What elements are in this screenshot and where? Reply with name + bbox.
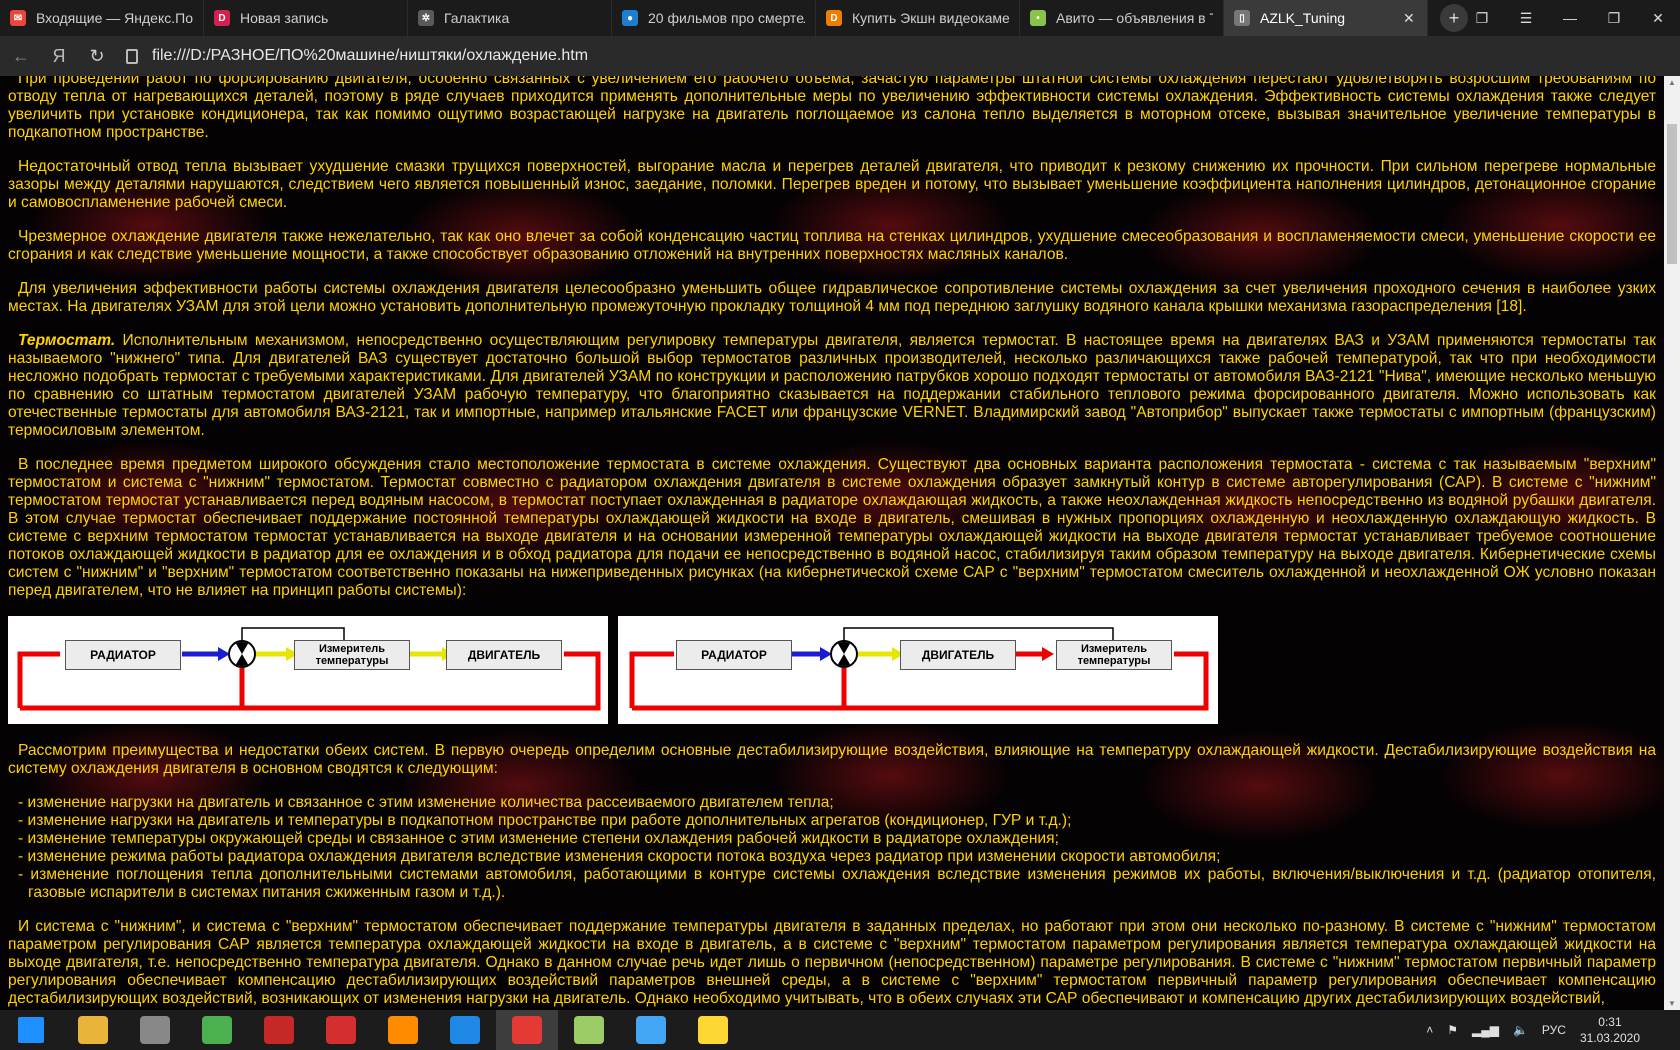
tab-7[interactable]: ▯ AZLK_Tuning ✕ (1224, 0, 1428, 36)
galaxy-icon: ✲ (418, 10, 434, 26)
paragraph-2: Недостаточный отвод тепла вызывает ухудш… (8, 158, 1656, 211)
file-explorer-icon (78, 1016, 108, 1044)
temp-meter-box: Измеритель температуры (294, 640, 410, 670)
wizard-app-icon (574, 1016, 604, 1044)
page-content: При проведении работ по форсированию дви… (0, 76, 1664, 1010)
tab-title: Купить Экшн видеокамер (852, 10, 1009, 26)
camera-app[interactable] (124, 1010, 186, 1050)
url-text: file:///D:/РАЗНОЕ/ПО%20машине/ништяки/ох… (152, 47, 589, 64)
engine-box: ДВИГАТЕЛЬ (900, 640, 1016, 670)
acrobat-app[interactable] (310, 1010, 372, 1050)
clock-time: 0:31 (1598, 1015, 1622, 1029)
minimize-button[interactable]: — (1548, 0, 1592, 36)
paragraph-8: И система с "нижним", и система с "верхн… (8, 918, 1656, 1007)
tab-title: AZLK_Tuning (1260, 10, 1346, 26)
tab-1[interactable]: ✉ Входящие — Яндекс.Поч (0, 0, 204, 36)
camera-app-icon (140, 1016, 170, 1044)
media-player[interactable] (620, 1010, 682, 1050)
start-button[interactable] (0, 1010, 62, 1050)
paragraph-7: Рассмотрим преимущества и недостатки обе… (8, 742, 1656, 777)
paragraph-1: При проведении работ по форсированию дви… (8, 76, 1656, 141)
flag-icon[interactable]: ⚑ (1447, 1023, 1458, 1037)
page-icon (126, 48, 138, 64)
close-window-button[interactable]: ✕ (1636, 0, 1680, 36)
radiator-box: РАДИАТОР (676, 640, 792, 670)
tray-chevron-icon[interactable]: ˄ (1426, 1023, 1433, 1037)
radiator-box: РАДИАТОР (65, 640, 181, 670)
mixer-icon (830, 640, 858, 668)
address-bar: ← Я ↻ file:///D:/РАЗНОЕ/ПО%20машине/ништ… (0, 36, 1680, 102)
url-field[interactable]: file:///D:/РАЗНОЕ/ПО%20машине/ништяки/ох… (126, 47, 588, 65)
file-explorer[interactable] (62, 1010, 124, 1050)
temp-meter-box: Измеритель температуры (1056, 640, 1172, 670)
list-item: - изменение температуры окружающей среды… (18, 830, 1059, 847)
browser-globe[interactable] (434, 1010, 496, 1050)
avito-icon: • (1030, 10, 1046, 26)
reload-button[interactable]: ↻ (80, 39, 114, 73)
clock-date: 31.03.2020 (1579, 1031, 1640, 1045)
scroll-down-icon[interactable]: ▼ (1668, 999, 1676, 1008)
tab-title: Галактика (444, 10, 510, 26)
language-indicator[interactable]: РУС (1542, 1023, 1566, 1037)
restore-button[interactable]: ❐ (1592, 0, 1636, 36)
tab-2[interactable]: D Новая запись (204, 0, 408, 36)
pdf-reader-icon (264, 1016, 294, 1044)
vertical-scrollbar[interactable]: ▲ ▼ (1664, 76, 1680, 1010)
page-icon: ▯ (1234, 10, 1250, 26)
paragraph-6: В последнее время предметом широкого обс… (8, 456, 1656, 599)
paragraph-3: Чрезмерное охлаждение двигателя также не… (8, 228, 1656, 263)
scroll-up-icon[interactable]: ▲ (1668, 78, 1676, 87)
media-player-icon (636, 1016, 666, 1044)
mixer-icon (228, 640, 256, 668)
tab-title: Входящие — Яндекс.Поч (36, 10, 193, 26)
tab-5[interactable]: D Купить Экшн видеокамер (816, 0, 1020, 36)
start-button-icon (18, 1017, 44, 1043)
close-tab-icon[interactable]: ✕ (1403, 10, 1417, 27)
rubik-app-icon (698, 1016, 728, 1044)
destabilizing-factors-list: - изменение нагрузки на двигатель и связ… (8, 794, 1656, 902)
paragraph-5: Термостат. Исполнительным механизмом, не… (8, 332, 1656, 440)
paragraph-5-text: Исполнительным механизмом, непосредствен… (8, 332, 1656, 439)
list-item: - изменение нагрузки на двигатель и темп… (18, 812, 1072, 829)
cube-app-icon (202, 1016, 232, 1044)
cube-app[interactable] (186, 1010, 248, 1050)
acrobat-app-icon (326, 1016, 356, 1044)
upper-thermostat-diagram: РАДИАТОР ДВИГАТЕЛЬ Измеритель температур… (618, 616, 1218, 724)
lower-thermostat-diagram: РАДИАТОР Измеритель температуры ДВИГАТЕЛ… (8, 616, 608, 724)
system-tray: ˄ ⚑ ▂▄▆ 🔈 РУС 0:31 31.03.2020 (1426, 1010, 1680, 1050)
mail-icon: ✉ (10, 10, 26, 26)
tab-title: 20 фильмов про смертел (648, 10, 805, 26)
tab-4[interactable]: ● 20 фильмов про смертел (612, 0, 816, 36)
yandex-browser[interactable] (496, 1010, 558, 1050)
paragraph-4: Для увеличения эффективности работы сист… (8, 280, 1656, 315)
network-icon[interactable]: ▂▄▆ (1472, 1023, 1499, 1037)
d-icon: D (214, 10, 230, 26)
dns-icon: D (826, 10, 842, 26)
browser-globe-icon (450, 1016, 480, 1044)
tab-title: Новая запись (240, 10, 329, 26)
tab-3[interactable]: ✲ Галактика (408, 0, 612, 36)
list-item: - изменение нагрузки на двигатель и связ… (18, 794, 834, 811)
film-icon: ● (622, 10, 638, 26)
vlc-player[interactable] (372, 1010, 434, 1050)
list-item: - изменение поглощения тепла дополнитель… (18, 866, 1656, 901)
engine-box: ДВИГАТЕЛЬ (446, 640, 562, 670)
list-item: - изменение режима работы радиатора охла… (18, 848, 1221, 865)
volume-icon[interactable]: 🔈 (1513, 1023, 1528, 1037)
tab-6[interactable]: • Авито — объявления в Т (1020, 0, 1224, 36)
tabs-menu-icon[interactable]: ❐ (1460, 0, 1504, 36)
vlc-player-icon (388, 1016, 418, 1044)
wizard-app[interactable] (558, 1010, 620, 1050)
rubik-app[interactable] (682, 1010, 744, 1050)
tab-bar: ✉ Входящие — Яндекс.Поч D Новая запись ✲ Гала… (0, 0, 1680, 36)
pdf-reader[interactable] (248, 1010, 310, 1050)
menu-icon[interactable]: ☰ (1504, 0, 1548, 36)
yandex-icon[interactable]: Я (42, 39, 76, 73)
thermostat-heading: Термостат. (18, 332, 116, 349)
scrollbar-thumb[interactable] (1667, 124, 1677, 264)
back-button[interactable]: ← (4, 39, 38, 73)
yandex-browser-icon (512, 1016, 542, 1044)
tab-title: Авито — объявления в Т (1056, 10, 1213, 26)
clock[interactable]: 0:31 31.03.2020 (1580, 1014, 1640, 1046)
